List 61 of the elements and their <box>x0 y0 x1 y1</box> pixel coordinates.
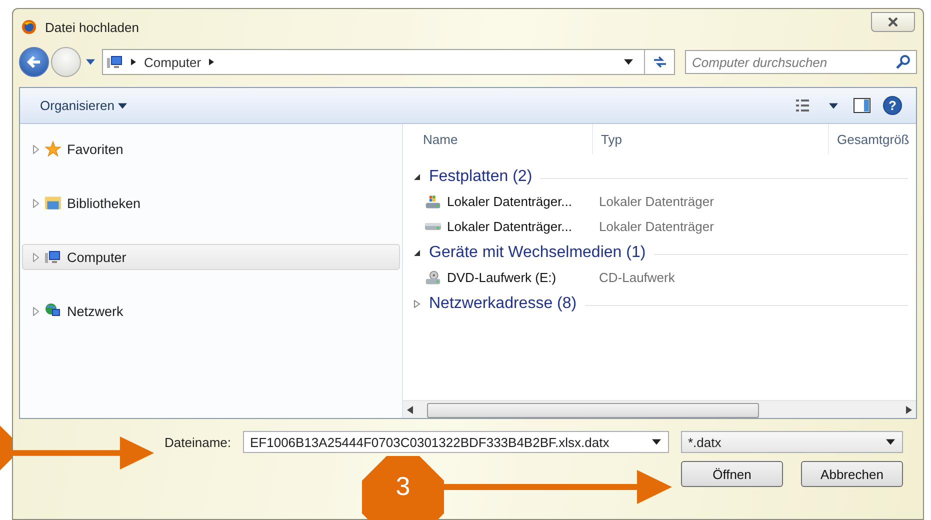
computer-icon <box>45 249 61 265</box>
group-header[interactable]: Netzwerkadresse (8) <box>429 295 577 313</box>
expand-triangle-icon[interactable] <box>33 144 39 154</box>
drive-name[interactable]: Lokaler Datenträger... <box>447 219 593 234</box>
view-caret-icon[interactable] <box>829 102 838 108</box>
help-button[interactable]: ? <box>883 96 902 115</box>
back-button[interactable] <box>19 47 49 77</box>
expand-triangle-icon[interactable] <box>33 198 39 208</box>
filename-field[interactable]: EF1006B13A25444F0703C0301322BDF333B4B2BF.xlsx.datx <box>243 431 669 453</box>
sidebar-item[interactable]: Favoriten <box>22 136 400 162</box>
sidebar-item[interactable]: Bibliotheken <box>22 190 400 216</box>
refresh-icon <box>652 54 668 70</box>
sidebar-item[interactable]: Netzwerk <box>22 298 400 324</box>
horizontal-scrollbar[interactable] <box>403 400 916 418</box>
collapse-triangle-icon[interactable] <box>413 249 421 257</box>
caret-icon <box>118 102 128 108</box>
star-icon <box>45 141 61 157</box>
window-title: Datei hochladen <box>45 20 139 34</box>
expand-triangle-icon[interactable] <box>33 252 39 262</box>
drive-type: CD-Laufwerk <box>599 270 675 285</box>
folder-icon <box>45 195 61 211</box>
network-globe-icon <box>45 303 61 319</box>
cancel-button[interactable]: Abbrechen <box>801 461 903 487</box>
drive-icon <box>425 194 441 210</box>
expand-triangle-icon[interactable] <box>413 300 421 308</box>
drive-name[interactable]: DVD-Laufwerk (E:) <box>447 270 593 285</box>
search-field[interactable]: Computer durchsuchen <box>685 50 917 74</box>
chevron-icon <box>209 58 214 66</box>
computer-icon <box>107 54 123 70</box>
expand-triangle-icon[interactable] <box>33 306 39 316</box>
dropdown-caret-icon <box>886 439 895 445</box>
close-button[interactable] <box>871 12 915 32</box>
drive-icon <box>425 223 441 230</box>
sidebar-item[interactable]: Computer <box>22 244 400 270</box>
drive-type: Lokaler Datenträger <box>599 194 714 209</box>
preview-pane-icon[interactable] <box>853 97 871 114</box>
scroll-right-icon[interactable] <box>906 406 912 414</box>
search-icon <box>895 54 911 70</box>
column-header[interactable]: Gesamtgröß <box>829 124 910 154</box>
column-header[interactable]: Typ <box>593 124 829 154</box>
drive-type: Lokaler Datenträger <box>599 219 714 234</box>
close-icon <box>887 16 899 28</box>
group-header[interactable]: Geräte mit Wechselmedien (1) <box>429 244 646 262</box>
drive-name[interactable]: Lokaler Datenträger... <box>447 194 593 209</box>
address-bar[interactable]: Computer <box>102 49 675 75</box>
column-header[interactable]: Name <box>403 124 593 154</box>
dropdown-caret-icon[interactable] <box>624 59 633 65</box>
open-button[interactable]: Öffnen <box>681 461 783 487</box>
history-caret-icon[interactable] <box>86 59 95 65</box>
breadcrumb-item[interactable]: Computer <box>144 54 202 70</box>
dropdown-caret-icon <box>652 439 661 445</box>
dvd-drive-icon <box>425 270 441 286</box>
file-type-dropdown[interactable]: *.datx <box>681 431 903 453</box>
scrollbar-thumb[interactable] <box>427 403 759 418</box>
organize-menu-button[interactable]: Organisieren <box>32 94 136 117</box>
scroll-left-icon[interactable] <box>407 406 413 414</box>
browser-icon <box>21 19 37 35</box>
collapse-triangle-icon[interactable] <box>413 173 421 181</box>
group-header[interactable]: Festplatten (2) <box>429 168 532 186</box>
chevron-icon <box>131 58 136 66</box>
filename-label: Dateiname: <box>164 434 231 450</box>
